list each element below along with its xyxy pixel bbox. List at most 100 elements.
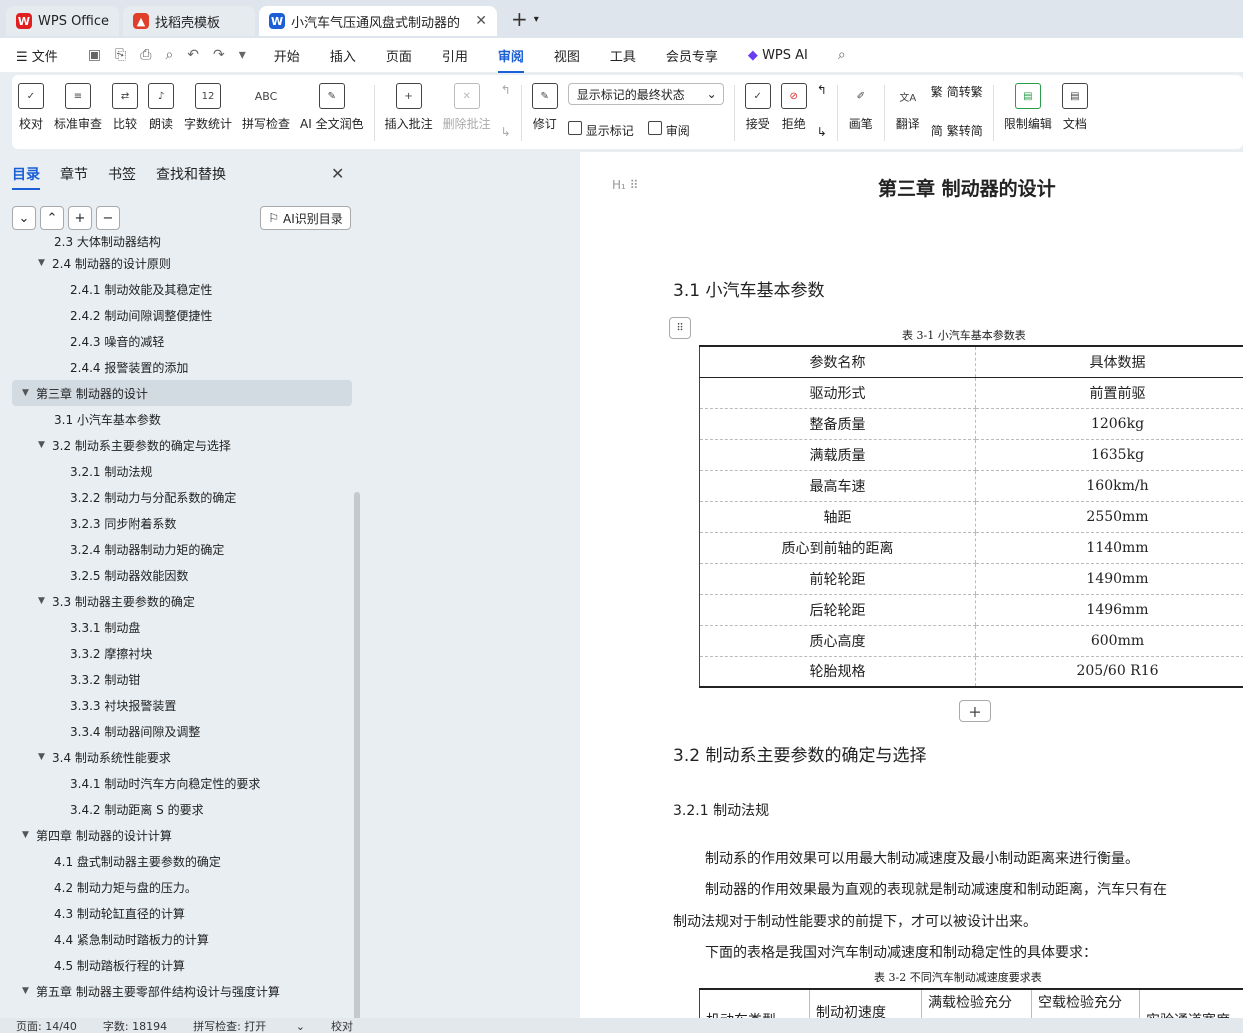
expand-arrow-icon[interactable]: ▼ — [38, 596, 52, 606]
expand-arrow-icon[interactable]: ▼ — [38, 440, 52, 450]
expand-arrow-icon[interactable]: ▼ — [38, 752, 52, 762]
tab-sections[interactable]: 章节 — [60, 164, 88, 190]
menu-start[interactable]: 开始 — [274, 46, 300, 65]
toc-item[interactable]: 4.2 制动力矩与盘的压力。 — [12, 874, 352, 900]
next-change-icon[interactable]: ↳ — [817, 125, 827, 139]
parameter-name-cell[interactable]: 驱动形式 — [699, 377, 976, 409]
show-markup-button[interactable]: 显示标记 — [567, 121, 634, 139]
expand-arrow-icon[interactable]: ▼ — [22, 986, 36, 996]
toc-item[interactable]: ▼ 第四章 制动器的设计计算 — [12, 822, 352, 848]
toc-item[interactable]: ▼ 第五章 制动器主要零部件结构设计与强度计算 — [12, 978, 352, 1004]
insert-comment-button[interactable]: + 插入批注 — [385, 83, 433, 132]
heading-handle-icon[interactable]: H₁ ⠿ — [612, 178, 638, 192]
delete-comment-button[interactable]: ✕ 删除批注 — [443, 83, 491, 132]
next-comment-icon[interactable]: ↳ — [501, 125, 511, 139]
parameter-name-cell[interactable]: 后轮轮距 — [699, 594, 976, 626]
toc-item[interactable]: 3.2.1 制动法规 — [12, 458, 352, 484]
redo-icon[interactable]: ↷ — [213, 47, 225, 63]
parameter-name-cell[interactable]: 满载质量 — [699, 439, 976, 471]
restrict-edit-button[interactable]: ▤ 限制编辑 — [1004, 83, 1052, 132]
expand-arrow-icon[interactable]: ▼ — [22, 830, 36, 840]
proof-button[interactable]: ✓ 校对 — [18, 83, 44, 132]
parameter-value-cell[interactable]: 205/60 R16 — [975, 656, 1243, 688]
toc-item[interactable]: 3.3.3 衬块报警装置 — [12, 692, 352, 718]
parameter-name-cell[interactable]: 参数名称 — [699, 345, 976, 378]
undo-icon[interactable]: ↶ — [187, 47, 199, 63]
menu-wps-ai[interactable]: ◆ WPS AI — [748, 48, 808, 63]
page-indicator[interactable]: 页面: 14/40 — [16, 1018, 77, 1033]
markup-select[interactable]: 显示标记的最终状态 ⌄ — [567, 83, 724, 105]
toc-item[interactable]: 2.3 大体制动器结构 — [12, 236, 352, 250]
chevron-down-icon[interactable]: ▾ — [534, 14, 539, 25]
parameter-name-cell[interactable]: 质心高度 — [699, 625, 976, 657]
toc-item[interactable]: 3.2.2 制动力与分配系数的确定 — [12, 484, 352, 510]
parameter-name-cell[interactable]: 整备质量 — [699, 408, 976, 440]
to-traditional-button[interactable]: 繁简转繁 — [931, 83, 983, 100]
print-icon[interactable]: ⎙ — [140, 47, 151, 63]
ai-toc-button[interactable]: ⚐ AI识别目录 — [260, 206, 351, 230]
toc-item[interactable]: ▼ 第三章 制动器的设计 — [12, 380, 352, 406]
document-button[interactable]: ▤ 文档 — [1061, 83, 1088, 132]
toc-item[interactable]: 3.4.2 制动距离 S 的要求 — [12, 796, 352, 822]
parameter-name-cell[interactable]: 最高车速 — [699, 470, 976, 502]
more-icon[interactable]: ▾ — [239, 47, 246, 63]
accept-button[interactable]: ✓ 接受 — [744, 83, 771, 132]
toc-item[interactable]: 3.3.4 制动器间隙及调整 — [12, 718, 352, 744]
tab-wps-office[interactable]: W WPS Office — [6, 6, 120, 36]
parameter-value-cell[interactable]: 160km/h — [975, 470, 1243, 502]
toc-item[interactable]: 4.5 制动踏板行程的计算 — [12, 952, 352, 978]
toc-item[interactable]: 2.4.4 报警装置的添加 — [12, 354, 352, 380]
toc-item[interactable]: 4.3 制动轮缸直径的计算 — [12, 900, 352, 926]
file-menu[interactable]: ☰ 文件 — [16, 46, 58, 65]
ai-polish-button[interactable]: ✎ AI 全文润色 — [300, 83, 364, 132]
add-table-row-button[interactable]: + — [959, 700, 991, 722]
toc-item[interactable]: 3.3.2 摩擦衬块 — [12, 640, 352, 666]
export-icon[interactable]: ⎘ — [115, 47, 126, 63]
toc-item[interactable]: 2.4.3 噪音的减轻 — [12, 328, 352, 354]
add-heading-button[interactable]: + — [68, 206, 92, 230]
expand-arrow-icon[interactable]: ▼ — [22, 388, 36, 398]
translate-button[interactable]: 文A 翻译 — [895, 83, 921, 132]
review-pane-button[interactable]: 审阅 — [647, 121, 690, 139]
parameter-value-cell[interactable]: 具体数据 — [975, 345, 1243, 378]
parameter-value-cell[interactable]: 前置前驱 — [975, 377, 1243, 409]
parameter-value-cell[interactable]: 1140mm — [975, 532, 1243, 564]
menu-page[interactable]: 页面 — [386, 46, 412, 65]
close-panel-icon[interactable]: ✕ — [331, 164, 344, 183]
toc-item[interactable]: 4.1 盘式制动器主要参数的确定 — [12, 848, 352, 874]
menu-review[interactable]: 审阅 — [497, 46, 524, 73]
proof-status[interactable]: 校对 — [331, 1018, 353, 1033]
compare-button[interactable]: ⇄ 比较 — [112, 83, 139, 132]
toc-scrollbar[interactable] — [354, 492, 360, 1033]
standard-review-button[interactable]: ≡ 标准审查 — [54, 83, 102, 132]
toc-item[interactable]: 3.4.1 制动时汽车方向稳定性的要求 — [12, 770, 352, 796]
table-handle-icon[interactable]: ⠿ — [669, 317, 691, 339]
toc-item[interactable]: 2.4.2 制动间隙调整便捷性 — [12, 302, 352, 328]
toc-item[interactable]: 3.2.3 同步附着系数 — [12, 510, 352, 536]
parameter-name-cell[interactable]: 前轮轮距 — [699, 563, 976, 595]
parameter-name-cell[interactable]: 轴距 — [699, 501, 976, 533]
menu-member[interactable]: 会员专享 — [666, 46, 718, 65]
prev-change-icon[interactable]: ↰ — [817, 83, 827, 97]
parameter-value-cell[interactable]: 1206kg — [975, 408, 1243, 440]
brush-button[interactable]: ✐ 画笔 — [848, 83, 874, 132]
tab-bookmarks[interactable]: 书签 — [108, 164, 136, 190]
tab-toc[interactable]: 目录 — [12, 164, 40, 190]
prev-comment-icon[interactable]: ↰ — [501, 83, 511, 97]
toc-item[interactable]: 3.2.5 制动器效能因数 — [12, 562, 352, 588]
revise-button[interactable]: ✎ 修订 — [531, 83, 558, 132]
parameter-name-cell[interactable]: 质心到前轴的距离 — [699, 532, 976, 564]
expand-arrow-icon[interactable]: ▼ — [38, 258, 52, 268]
save-icon[interactable]: ▣ — [88, 47, 101, 63]
read-aloud-button[interactable]: ♪ 朗读 — [148, 83, 175, 132]
to-simplified-button[interactable]: 简繁转简 — [931, 122, 983, 139]
collapse-all-button[interactable]: ⌃ — [40, 206, 64, 230]
tab-document[interactable]: W 小汽车气压通风盘式制动器的 ✕ — [259, 6, 498, 36]
search-icon[interactable]: ⌕ — [838, 47, 846, 63]
toc-item[interactable]: 3.3.2 制动钳 — [12, 666, 352, 692]
menu-insert[interactable]: 插入 — [330, 46, 356, 65]
expand-all-button[interactable]: ⌄ — [12, 206, 36, 230]
toc-item[interactable]: ▼ 2.4 制动器的设计原则 — [12, 250, 352, 276]
spell-check-status[interactable]: 拼写检查: 打开 ⌄ — [193, 1018, 305, 1033]
word-count[interactable]: 字数: 18194 — [103, 1018, 167, 1033]
